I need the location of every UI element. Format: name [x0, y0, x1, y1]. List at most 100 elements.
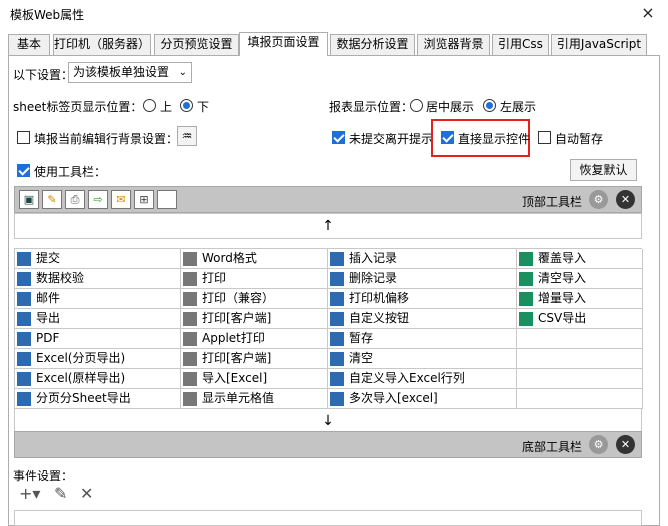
tab-browser-bg[interactable]: 浏览器背景 — [417, 34, 490, 55]
tab-data-analysis[interactable]: 数据分析设置 — [330, 34, 415, 55]
button-icon — [183, 332, 197, 346]
unsubmitted-leave-checkbox[interactable] — [332, 131, 345, 144]
use-toolbar-checkbox[interactable] — [17, 164, 30, 177]
button-icon — [183, 392, 197, 406]
button-grid-label: 增量导入 — [538, 291, 587, 305]
blank-icon[interactable] — [157, 190, 177, 209]
printer-icon[interactable]: ⎙ — [65, 190, 85, 209]
button-grid-cell[interactable]: 清空导入 — [517, 269, 643, 289]
button-grid-cell[interactable]: 清空 — [328, 349, 517, 369]
button-grid-cell[interactable]: 数据校验 — [15, 269, 181, 289]
tab-css[interactable]: 引用Css — [492, 34, 549, 55]
button-grid-cell[interactable]: 打印[客户端] — [181, 349, 328, 369]
insert-row-icon[interactable]: ⊞ — [134, 190, 154, 209]
button-grid-cell[interactable]: 自定义导入Excel行列 — [328, 369, 517, 389]
button-grid-cell[interactable]: CSV导出 — [517, 309, 643, 329]
gear-icon[interactable]: ⚙ — [589, 435, 608, 454]
button-grid-label: CSV导出 — [538, 311, 587, 325]
sheet-up-label: 上 — [160, 100, 173, 114]
button-grid-label: 删除记录 — [349, 271, 398, 285]
export-icon[interactable]: ⇨ — [88, 190, 108, 209]
button-grid-cell[interactable]: PDF — [15, 329, 181, 349]
save-icon[interactable]: ▣ — [19, 190, 39, 209]
button-grid-cell[interactable]: 分页分Sheet导出 — [15, 389, 181, 409]
delete-icon[interactable]: ✕ — [80, 484, 93, 503]
auto-save-checkbox[interactable] — [538, 131, 551, 144]
report-position-label: 报表显示位置： — [329, 100, 414, 114]
button-grid-label: 多次导入[excel] — [349, 391, 438, 405]
button-grid-cell[interactable]: 打印 — [181, 269, 328, 289]
direct-show-checkbox[interactable] — [441, 131, 454, 144]
button-grid-label: 打印 — [202, 271, 227, 285]
paint-bucket-icon[interactable]: ♒ — [177, 126, 197, 146]
button-grid-cell[interactable]: 导入[Excel] — [181, 369, 328, 389]
select-value: 为该模板单独设置 — [73, 65, 170, 79]
restore-default-button[interactable]: 恢复默认 — [570, 159, 637, 181]
button-grid-cell[interactable]: 删除记录 — [328, 269, 517, 289]
sheet-down-radio[interactable] — [180, 99, 193, 112]
button-icon — [17, 352, 31, 366]
button-grid-cell[interactable]: 插入记录 — [328, 249, 517, 269]
tab-fill-page[interactable]: 填报页面设置 — [239, 32, 328, 56]
button-grid-cell[interactable]: 暂存 — [328, 329, 517, 349]
unsubmitted-leave-label: 未提交离开提示 — [349, 132, 434, 146]
fill-bg-checkbox[interactable] — [17, 131, 30, 144]
settings-scope-label: 以下设置： — [13, 68, 74, 82]
button-icon — [330, 352, 344, 366]
button-icon — [330, 312, 344, 326]
button-grid-cell — [517, 349, 643, 369]
button-grid-cell[interactable]: 自定义按钮 — [328, 309, 517, 329]
button-grid-cell[interactable]: 提交 — [15, 249, 181, 269]
button-grid-cell[interactable]: 打印（兼容） — [181, 289, 328, 309]
button-grid-label: 分页分Sheet导出 — [36, 391, 131, 405]
report-center-radio[interactable] — [410, 99, 423, 112]
close-icon[interactable]: × — [638, 3, 658, 23]
event-list[interactable] — [14, 510, 642, 526]
tab-basic[interactable]: 基本 — [8, 34, 50, 55]
button-grid-cell[interactable]: 打印机偏移 — [328, 289, 517, 309]
button-grid-label: PDF — [36, 331, 60, 345]
sheet-up-radio[interactable] — [143, 99, 156, 112]
button-grid-label: Word格式 — [202, 251, 257, 265]
button-grid-cell[interactable]: 导出 — [15, 309, 181, 329]
settings-scope-select[interactable]: 为该模板单独设置 ⌄ — [68, 62, 192, 83]
chevron-down-icon: ⌄ — [178, 67, 187, 78]
pencil-icon[interactable]: ✎ — [42, 190, 62, 209]
bottom-toolbar-strip: 底部工具栏 ⚙ ✕ — [14, 431, 642, 458]
add-icon[interactable]: +▾ — [19, 484, 40, 503]
button-grid-cell[interactable]: Word格式 — [181, 249, 328, 269]
button-grid-cell[interactable]: Excel(原样导出) — [15, 369, 181, 389]
button-grid-cell[interactable]: 显示单元格值 — [181, 389, 328, 409]
report-left-radio[interactable] — [483, 99, 496, 112]
close-circle-icon[interactable]: ✕ — [616, 435, 635, 454]
button-grid-cell[interactable]: 打印[客户端] — [181, 309, 328, 329]
button-icon — [183, 292, 197, 306]
top-toolbar-label: 顶部工具栏 — [522, 195, 583, 209]
button-grid-label: 清空 — [349, 351, 374, 365]
bottom-toolbar-label: 底部工具栏 — [522, 440, 583, 454]
button-grid-label: 显示单元格值 — [202, 391, 275, 405]
close-circle-icon[interactable]: ✕ — [616, 190, 635, 209]
button-icon — [330, 332, 344, 346]
button-grid-label: 邮件 — [36, 291, 61, 305]
move-up-arrow[interactable]: ↑ — [14, 213, 642, 239]
button-grid-cell[interactable]: 邮件 — [15, 289, 181, 309]
tab-javascript[interactable]: 引用JavaScript — [551, 34, 647, 55]
tab-printer-server[interactable]: 打印机（服务器） — [53, 34, 151, 55]
button-grid-cell[interactable]: 多次导入[excel] — [328, 389, 517, 409]
button-grid-label: 插入记录 — [349, 251, 398, 265]
report-center-label: 居中展示 — [426, 100, 475, 114]
tab-page-preview[interactable]: 分页预览设置 — [154, 34, 239, 55]
button-grid-cell[interactable]: 覆盖导入 — [517, 249, 643, 269]
gear-icon[interactable]: ⚙ — [589, 190, 608, 209]
fill-bg-label: 填报当前编辑行背景设置： — [34, 132, 179, 146]
edit-icon[interactable]: ✎ — [54, 484, 67, 503]
button-grid-label: 打印[客户端] — [202, 351, 272, 365]
event-settings-label: 事件设置： — [13, 469, 74, 483]
button-grid-cell[interactable]: Excel(分页导出) — [15, 349, 181, 369]
button-grid-label: 打印[客户端] — [202, 311, 272, 325]
button-grid-label: Applet打印 — [202, 331, 265, 345]
mail-icon[interactable]: ✉ — [111, 190, 131, 209]
button-grid-cell[interactable]: Applet打印 — [181, 329, 328, 349]
button-grid-cell[interactable]: 增量导入 — [517, 289, 643, 309]
